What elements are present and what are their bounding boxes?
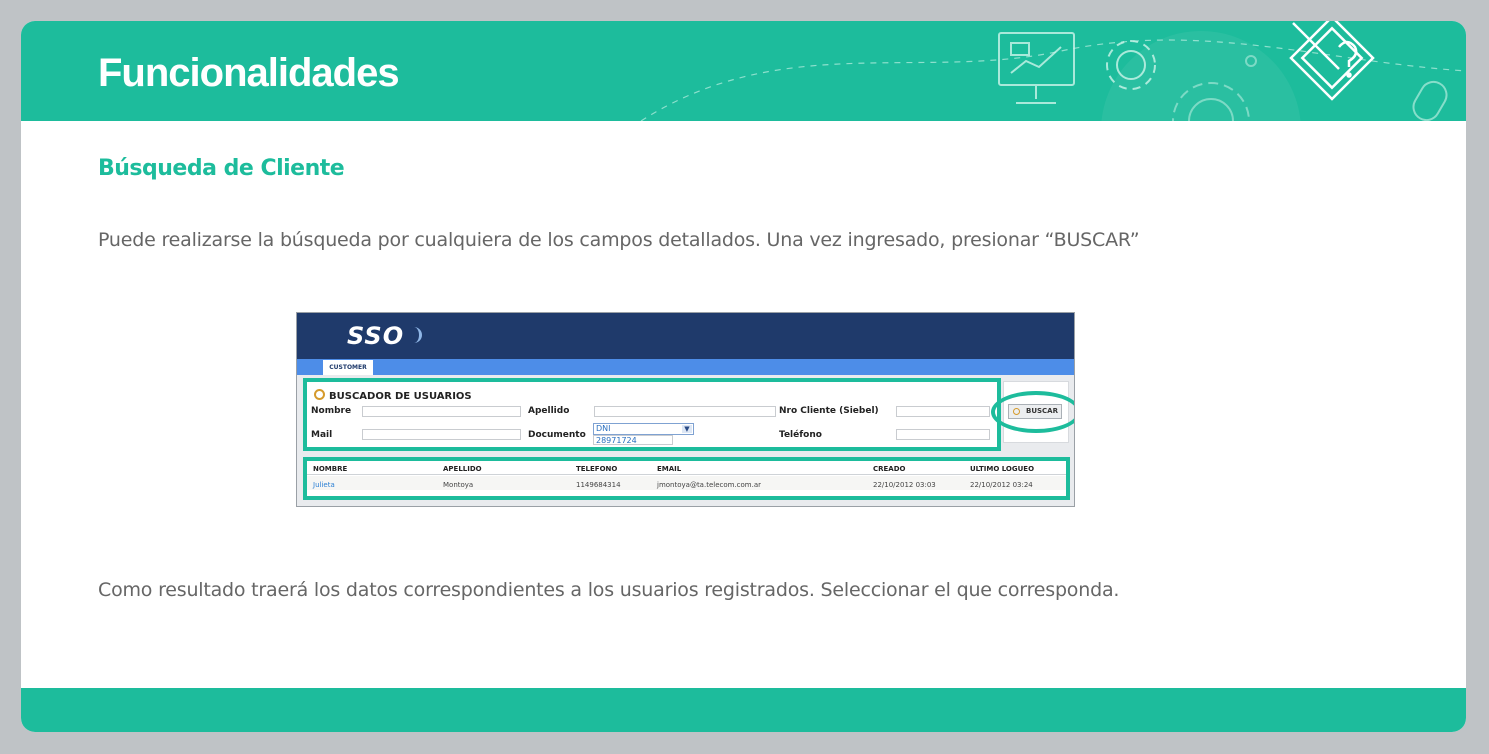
page-title: Funcionalidades [98,51,400,95]
search-icon [314,389,325,400]
cell-nombre[interactable]: Julieta [313,481,335,489]
label-apellido: Apellido [528,406,570,416]
form-title: BUSCADOR DE USUARIOS [314,388,472,402]
telefono-input[interactable] [896,429,990,440]
slide: Funcionalidades Búsqueda de Cliente Pued… [21,21,1466,732]
col-email: EMAIL [657,465,682,473]
cell-ultimo-logueo: 22/10/2012 03:24 [970,481,1033,489]
col-apellido: APELLIDO [443,465,482,473]
outro-text: Como resultado traerá los datos correspo… [98,579,1120,601]
col-nombre: NOMBRE [313,465,348,473]
footer-bar [21,688,1466,732]
nro-cliente-input[interactable] [896,406,990,417]
cell-apellido: Montoya [443,481,474,489]
label-telefono: Teléfono [779,430,822,440]
sso-logo-arc [409,327,422,343]
col-ultimo-logueo: ULTIMO LOGUEO [970,465,1035,473]
chevron-down-icon: ▼ [682,425,692,433]
pencil-question-icon [1289,21,1375,101]
mail-input[interactable] [362,429,521,440]
tab-strip [297,359,1074,375]
tab-customer[interactable]: CUSTOMER [323,360,373,376]
header-banner: Funcionalidades [21,21,1466,121]
label-documento: Documento [528,430,586,440]
label-nombre: Nombre [311,406,352,416]
documento-input[interactable]: 28971724 [593,435,673,445]
section-subtitle: Búsqueda de Cliente [98,156,345,181]
highlight-circle [991,391,1074,433]
documento-type-select[interactable]: DNI ▼ [593,423,694,435]
cell-email: jmontoya@ta.telecom.com.ar [657,481,762,489]
label-nro-cliente: Nro Cliente (Siebel) [779,406,879,416]
header-divider [307,474,1066,475]
nombre-input[interactable] [362,406,521,417]
presentation-icon [998,32,1075,104]
embedded-screenshot: SSO CUSTOMER BUSCADOR DE USUARIOS Nombre… [296,312,1075,507]
col-telefono: TELEFONO [576,465,618,473]
apellido-input[interactable] [594,406,776,417]
mouse-icon [1412,80,1448,121]
sso-topbar: SSO [297,313,1074,359]
label-mail: Mail [311,430,333,440]
cell-telefono: 1149684314 [576,481,621,489]
intro-text: Puede realizarse la búsqueda por cualqui… [98,229,1140,251]
sso-logo: SSO [347,322,405,350]
cell-creado: 22/10/2012 03:03 [873,481,936,489]
col-creado: CREADO [873,465,906,473]
